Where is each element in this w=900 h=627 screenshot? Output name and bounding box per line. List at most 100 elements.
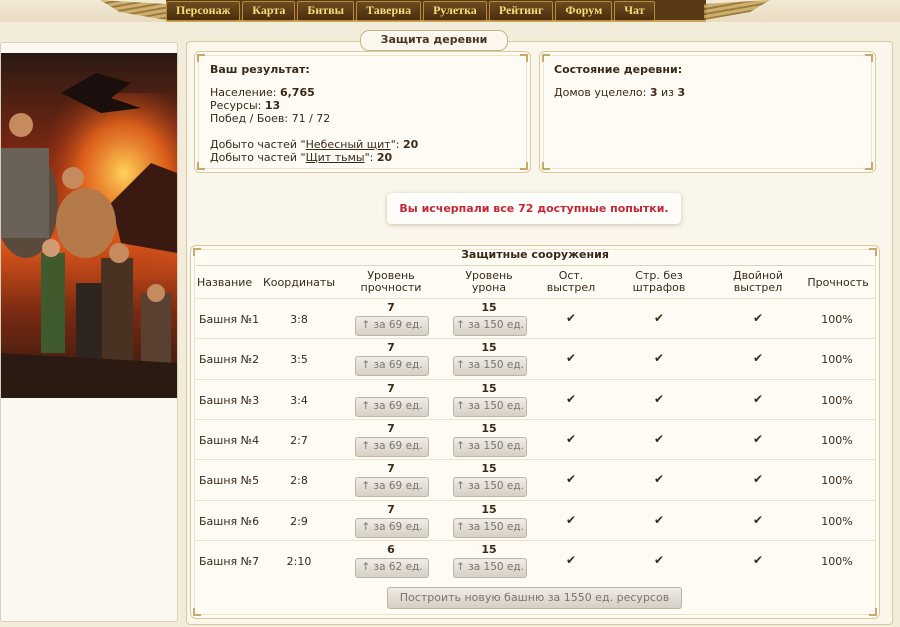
tower-name: Башня №6 bbox=[199, 514, 260, 528]
village-state-card: Состояние деревни: Домов уцелело: 3 из 3 bbox=[539, 51, 876, 173]
tower-name: Башня №5 bbox=[199, 474, 260, 488]
wins-label: Побед / Боев: bbox=[210, 112, 289, 125]
nav-item-tavern[interactable]: Таверна bbox=[355, 1, 422, 21]
parts-prefix: Добыто частей " bbox=[210, 151, 306, 164]
tower-durability: 100% bbox=[821, 353, 853, 367]
nav-item-battles[interactable]: Битвы bbox=[297, 1, 354, 21]
result-title: Ваш результат: bbox=[210, 63, 310, 76]
tower-durability: 100% bbox=[821, 474, 853, 488]
table-row: Башня №2 3:5 7 ↑ за 69 ед. 15 ↑ за 150 ед. ✔ ✔ ✔… bbox=[195, 338, 875, 379]
population-label: Население: bbox=[210, 86, 277, 99]
parts-dark-shield-line: Добыто частей "Щит тьмы": 20 bbox=[210, 152, 392, 164]
build-tower-button[interactable]: Построить новую башню за 1550 ед. ресурс… bbox=[387, 587, 682, 609]
population-line: Население: 6,765 bbox=[210, 87, 315, 99]
houses-total: 3 bbox=[677, 86, 686, 99]
parts-prefix: Добыто частей " bbox=[210, 138, 306, 151]
damage-level: 15 bbox=[481, 421, 497, 435]
tower-durability: 100% bbox=[821, 514, 853, 528]
wins-line: Побед / Боев: 71 / 72 bbox=[210, 113, 330, 125]
resources-value: 13 bbox=[264, 99, 281, 112]
sky-shield-link[interactable]: Небесный щит bbox=[306, 138, 391, 151]
upgrade-damage-button[interactable]: ↑ за 150 ед. bbox=[453, 316, 527, 336]
gold-wing-right-decoration bbox=[704, 0, 770, 20]
tower-name: Башня №4 bbox=[199, 433, 260, 447]
tower-name: Башня №7 bbox=[199, 554, 260, 568]
tower-coordinates: 3:5 bbox=[290, 353, 308, 367]
tower-name: Башня №1 bbox=[199, 313, 260, 326]
defense-structures-table: Защитные сооружения Название Координаты … bbox=[190, 245, 880, 619]
nav-item-chat[interactable]: Чат bbox=[614, 1, 655, 21]
damage-level: 15 bbox=[481, 502, 497, 516]
upgrade-damage-button[interactable]: ↑ за 150 ед. bbox=[453, 396, 527, 417]
result-card: Ваш результат: Население: 6,765 Ресурсы:… bbox=[194, 51, 531, 173]
upgrade-damage-button[interactable]: ↑ за 150 ед. bbox=[453, 356, 527, 377]
table-row: Башня №5 2:8 7 ↑ за 69 ед. 15 ↑ за 150 ед. ✔ ✔ ✔… bbox=[195, 459, 875, 500]
header-strength-line2: прочности bbox=[360, 281, 422, 294]
upgrade-damage-button[interactable]: ↑ за 150 ед. bbox=[453, 477, 527, 498]
tower-name: Башня №2 bbox=[199, 353, 260, 367]
header-no-penalty-shot: Стр. без штрафов bbox=[626, 270, 692, 294]
strength-level: 7 bbox=[387, 462, 395, 476]
tower-durability: 100% bbox=[821, 433, 853, 447]
check-icon: ✔ bbox=[752, 431, 764, 446]
strength-level: 6 bbox=[387, 542, 395, 556]
table-row: Башня №6 2:9 7 ↑ за 69 ед. 15 ↑ за 150 ед. ✔ ✔ ✔… bbox=[195, 499, 875, 541]
table-row: Башня №1 3:8 7 ↑ за 69 ед. 15 ↑ за 150 ед. ✔ ✔ ✔… bbox=[195, 298, 875, 339]
upgrade-strength-button[interactable]: ↑ за 69 ед. bbox=[355, 436, 429, 457]
check-icon: ✔ bbox=[565, 351, 577, 366]
nav-item-roulette[interactable]: Рулетка bbox=[423, 1, 487, 21]
damage-level: 15 bbox=[481, 341, 497, 355]
resources-line: Ресурсы: 13 bbox=[210, 100, 280, 112]
damage-level: 15 bbox=[481, 381, 497, 395]
tower-durability: 100% bbox=[821, 313, 853, 326]
header-double-line2: выстрел bbox=[733, 281, 783, 294]
tower-coordinates: 3:8 bbox=[290, 313, 308, 326]
upgrade-damage-button[interactable]: ↑ за 150 ед. bbox=[453, 517, 527, 538]
header-damage-line2: урона bbox=[471, 281, 507, 294]
strength-level: 7 bbox=[387, 341, 395, 355]
nav-item-character[interactable]: Персонаж bbox=[166, 1, 241, 21]
header-stop-line2: выстрел bbox=[546, 281, 596, 294]
check-icon: ✔ bbox=[653, 472, 665, 487]
strength-level: 7 bbox=[387, 502, 395, 516]
table-row: Башня №4 2:7 7 ↑ за 69 ед. 15 ↑ за 150 ед. ✔ ✔ ✔… bbox=[195, 418, 875, 460]
heroes-battle-artwork bbox=[1, 53, 177, 398]
check-icon: ✔ bbox=[653, 512, 665, 527]
upgrade-damage-button[interactable]: ↑ за 150 ед. bbox=[453, 436, 527, 457]
check-icon: ✔ bbox=[752, 552, 764, 567]
upgrade-strength-button[interactable]: ↑ за 62 ед. bbox=[355, 557, 429, 578]
sky-shield-count: 20 bbox=[402, 138, 419, 151]
left-art-panel bbox=[0, 42, 178, 622]
header-coords: Координаты bbox=[262, 276, 336, 289]
upgrade-strength-button[interactable]: ↑ за 69 ед. bbox=[355, 356, 429, 377]
parts-suffix: ": bbox=[390, 138, 400, 151]
upgrade-strength-button[interactable]: ↑ за 69 ед. bbox=[355, 316, 429, 336]
parts-suffix: ": bbox=[364, 151, 374, 164]
village-title: Состояние деревни: bbox=[554, 63, 683, 76]
check-icon: ✔ bbox=[752, 311, 764, 325]
strength-level: 7 bbox=[387, 421, 395, 435]
upgrade-strength-button[interactable]: ↑ за 69 ед. bbox=[355, 517, 429, 538]
header-nopen-line2: штрафов bbox=[632, 281, 686, 294]
population-value: 6,765 bbox=[279, 86, 315, 99]
header-name: Название bbox=[197, 276, 253, 289]
check-icon: ✔ bbox=[565, 391, 577, 406]
header-double-shot: Двойной выстрел bbox=[725, 270, 791, 294]
damage-level: 15 bbox=[481, 542, 497, 556]
nav-item-forum[interactable]: Форум bbox=[555, 1, 613, 21]
houses-left: 3 bbox=[649, 86, 658, 99]
strength-level: 7 bbox=[387, 381, 395, 395]
dark-shield-link[interactable]: Щит тьмы bbox=[306, 151, 365, 164]
upgrade-strength-button[interactable]: ↑ за 69 ед. bbox=[355, 396, 429, 417]
check-icon: ✔ bbox=[752, 351, 764, 366]
gold-wing-left-decoration bbox=[100, 0, 166, 20]
upgrade-strength-button[interactable]: ↑ за 69 ед. bbox=[355, 477, 429, 498]
upgrade-damage-button[interactable]: ↑ за 150 ед. bbox=[453, 557, 527, 578]
main-nav: Персонаж Карта Битвы Таверна Рулетка Рей… bbox=[166, 0, 706, 22]
wins-value: 71 / 72 bbox=[291, 112, 331, 125]
header-durability: Прочность bbox=[807, 276, 869, 289]
check-icon: ✔ bbox=[565, 552, 577, 567]
nav-item-rating[interactable]: Рейтинг bbox=[488, 1, 554, 21]
nav-item-map[interactable]: Карта bbox=[242, 1, 296, 21]
header-strength-level: Уровень прочности bbox=[351, 270, 431, 294]
